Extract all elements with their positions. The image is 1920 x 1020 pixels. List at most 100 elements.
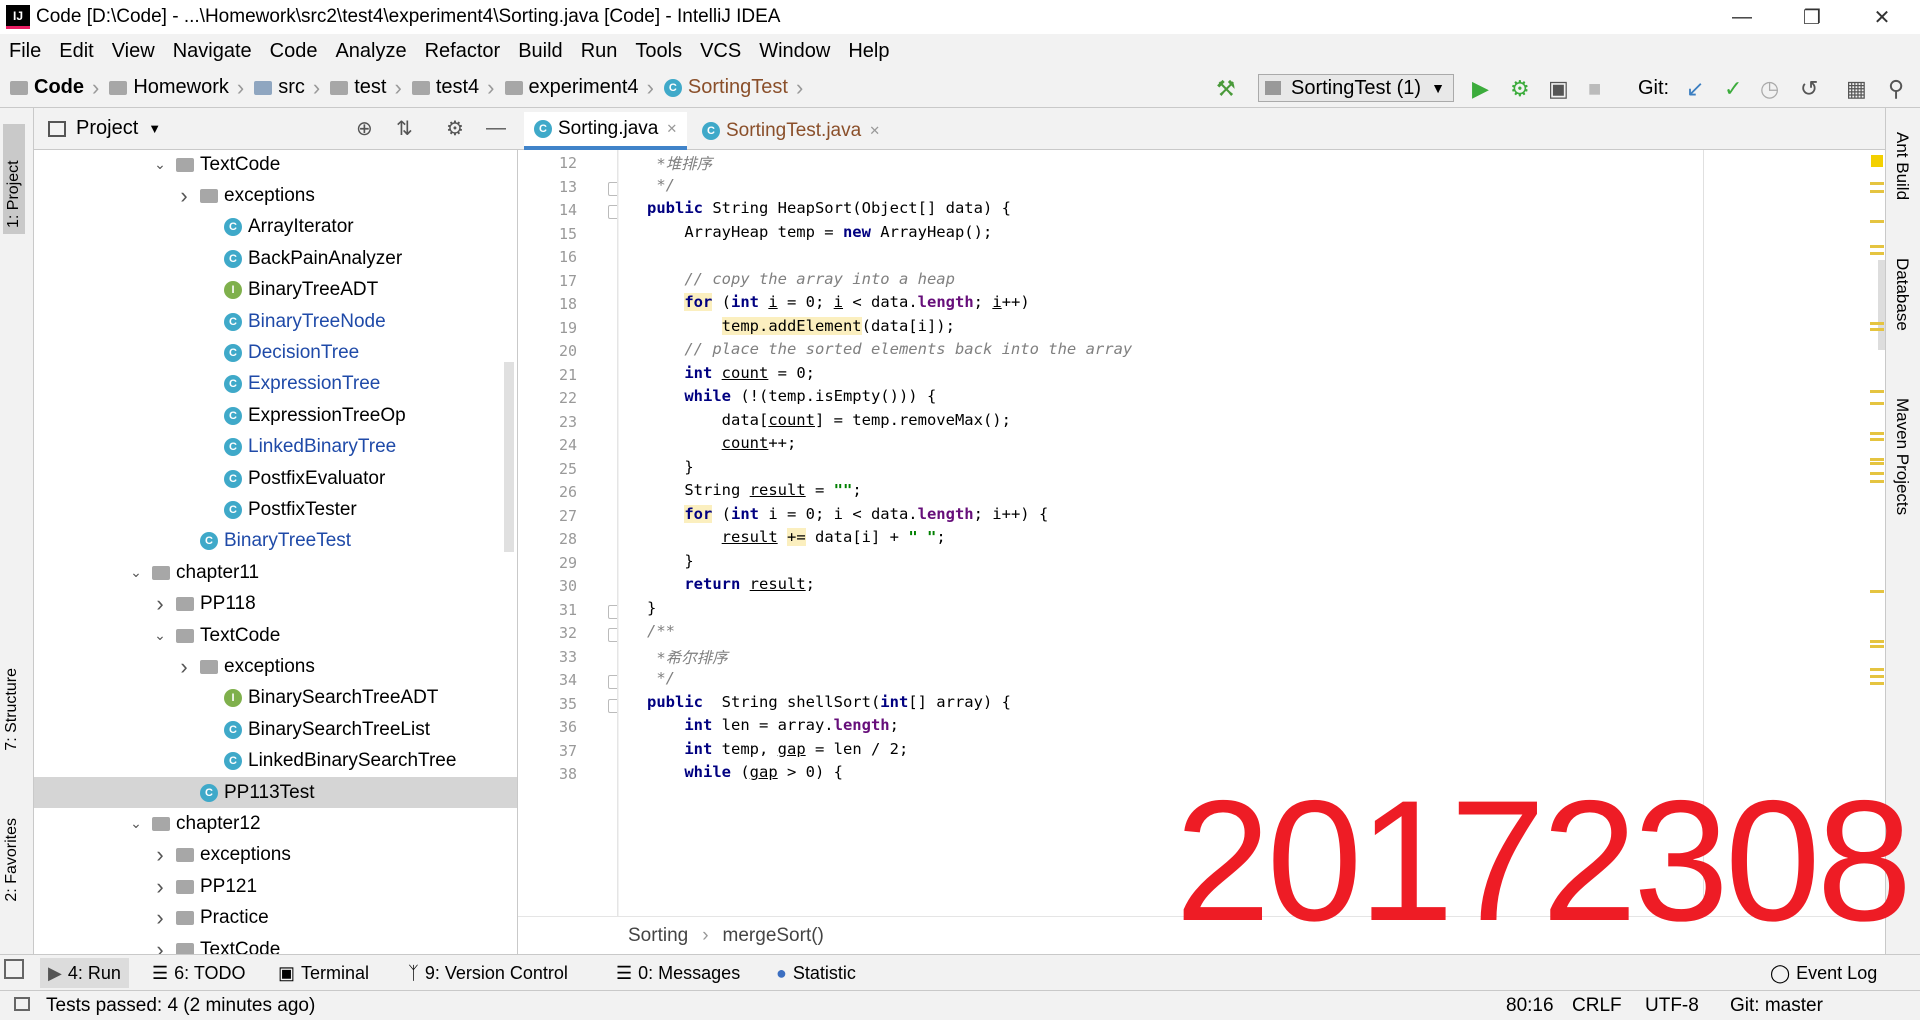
close-tab-icon[interactable]: ✕	[869, 123, 880, 139]
tree-node[interactable]: I BinaryTreeADT	[34, 275, 517, 306]
tree-node[interactable]: C BinaryTreeNode	[34, 306, 517, 337]
messages-tool-button[interactable]: ☰ 0: Messages	[616, 963, 740, 984]
status-message[interactable]: Tests passed: 4 (2 minutes ago)	[46, 995, 315, 1017]
tree-node[interactable]: C BackPainAnalyzer	[34, 243, 517, 274]
favorites-tool-tab[interactable]: 2: Favorites	[3, 818, 21, 902]
menu-item-vcs[interactable]: VCS	[691, 40, 750, 63]
git-update-icon[interactable]: ↙	[1686, 76, 1704, 102]
structure-tool-tab[interactable]: 7: Structure	[3, 668, 21, 751]
stripe-marker[interactable]	[1870, 480, 1884, 483]
chevron-right-icon[interactable]: ›	[174, 654, 194, 680]
project-tool-tab[interactable]: 1: Project	[3, 124, 25, 234]
breadcrumb-item[interactable]: Homework ›	[109, 75, 244, 101]
tree-node[interactable]: C ArrayIterator	[34, 212, 517, 243]
stripe-marker[interactable]	[1870, 220, 1884, 223]
close-button[interactable]: ✕	[1852, 0, 1912, 34]
crumb-method[interactable]: mergeSort()	[723, 925, 824, 947]
tree-node[interactable]: ⌄ chapter11	[34, 557, 517, 588]
stripe-marker[interactable]	[1870, 438, 1884, 441]
menu-item-run[interactable]: Run	[572, 40, 627, 63]
breadcrumb-item[interactable]: Code ›	[10, 75, 99, 101]
stripe-marker[interactable]	[1870, 675, 1884, 678]
menu-item-window[interactable]: Window	[750, 40, 839, 63]
stripe-marker[interactable]	[1870, 668, 1884, 671]
close-tab-icon[interactable]: ✕	[666, 121, 677, 137]
fold-marker-icon[interactable]	[608, 628, 617, 642]
menu-item-help[interactable]: Help	[839, 40, 898, 63]
line-separator[interactable]: CRLF	[1572, 995, 1622, 1017]
run-icon[interactable]: ▶	[1472, 76, 1489, 102]
minimize-button[interactable]: —	[1712, 0, 1772, 34]
editor-scrollbar-thumb[interactable]	[1878, 260, 1885, 350]
stripe-marker[interactable]	[1870, 462, 1884, 465]
tree-node[interactable]: C LinkedBinaryTree	[34, 432, 517, 463]
tree-node[interactable]: C ExpressionTreeOp	[34, 400, 517, 431]
tree-node[interactable]: › TextCode	[34, 934, 517, 955]
fold-marker-icon[interactable]	[608, 205, 617, 219]
tree-node[interactable]: C PostfixTester	[34, 494, 517, 525]
tree-node[interactable]: ⌄ TextCode	[34, 620, 517, 651]
breadcrumb-item[interactable]: test4 ›	[411, 75, 495, 101]
database-tool-tab[interactable]: Database	[1892, 258, 1912, 331]
chevron-down-icon[interactable]: ⌄	[126, 815, 146, 832]
stripe-marker[interactable]	[1870, 328, 1884, 331]
tree-node[interactable]: C DecisionTree	[34, 337, 517, 368]
stripe-marker[interactable]	[1870, 390, 1884, 393]
menu-item-tools[interactable]: Tools	[626, 40, 691, 63]
tree-node[interactable]: C LinkedBinarySearchTree	[34, 746, 517, 777]
project-panel-title[interactable]: Project	[76, 117, 138, 140]
tree-node[interactable]: C PostfixEvaluator	[34, 463, 517, 494]
version-control-tool-button[interactable]: ᛉ 9: Version Control	[408, 963, 568, 984]
menu-item-refactor[interactable]: Refactor	[416, 40, 510, 63]
chevron-down-icon[interactable]: ▼	[148, 121, 161, 136]
restore-button[interactable]: ❐	[1782, 0, 1842, 34]
crumb-class[interactable]: Sorting	[628, 925, 688, 947]
tree-node[interactable]: ⌄ chapter12	[34, 808, 517, 839]
tree-node[interactable]: › exceptions	[34, 651, 517, 682]
toggle-tool-windows-icon[interactable]	[4, 959, 24, 979]
stripe-marker[interactable]	[1870, 432, 1884, 435]
menu-item-build[interactable]: Build	[509, 40, 571, 63]
terminal-tool-button[interactable]: ▣ Terminal	[278, 963, 369, 984]
stop-icon[interactable]: ■	[1588, 76, 1601, 102]
git-history-icon[interactable]: ◷	[1760, 76, 1779, 102]
git-commit-icon[interactable]: ✓	[1724, 76, 1742, 102]
breadcrumb-item[interactable]: test ›	[330, 75, 402, 101]
chevron-right-icon[interactable]: ›	[150, 905, 170, 931]
menu-item-code[interactable]: Code	[261, 40, 327, 63]
menu-item-analyze[interactable]: Analyze	[326, 40, 415, 63]
tree-node[interactable]: › Practice	[34, 903, 517, 934]
stripe-marker[interactable]	[1870, 472, 1884, 475]
tree-node[interactable]: C BinarySearchTreeList	[34, 714, 517, 745]
hide-icon[interactable]: —	[486, 117, 506, 140]
todo-tool-button[interactable]: ☰ 6: TODO	[152, 963, 246, 984]
chevron-down-icon[interactable]: ⌄	[126, 564, 146, 581]
editor-tab[interactable]: C SortingTest.java ✕	[692, 112, 890, 150]
stripe-marker[interactable]	[1870, 590, 1884, 593]
statistic-tool-button[interactable]: ● Statistic	[776, 963, 856, 984]
ant-build-tool-tab[interactable]: Ant Build	[1892, 132, 1912, 200]
chevron-right-icon[interactable]: ›	[150, 937, 170, 955]
build-hammer-icon[interactable]: ⚒	[1216, 76, 1236, 102]
stripe-marker[interactable]	[1870, 458, 1884, 461]
stripe-marker[interactable]	[1870, 645, 1884, 648]
tree-node[interactable]: C ExpressionTree	[34, 369, 517, 400]
chevron-right-icon[interactable]: ›	[150, 842, 170, 868]
tree-node[interactable]: › exceptions	[34, 180, 517, 211]
fold-marker-icon[interactable]	[608, 698, 617, 713]
caret-position[interactable]: 80:16	[1506, 995, 1554, 1017]
stripe-marker[interactable]	[1870, 682, 1884, 685]
chevron-down-icon[interactable]: ⌄	[150, 156, 170, 173]
chevron-right-icon[interactable]: ›	[150, 874, 170, 900]
run-tool-button[interactable]: ▶ 4: Run	[40, 958, 129, 988]
fold-marker-icon[interactable]	[608, 181, 617, 196]
search-icon[interactable]: ⚲	[1888, 76, 1904, 102]
fold-marker-icon[interactable]	[608, 604, 617, 619]
collapse-all-icon[interactable]: ⇅	[396, 116, 413, 141]
run-config-select[interactable]: SortingTest (1) ▼	[1258, 74, 1454, 102]
file-encoding[interactable]: UTF-8	[1645, 995, 1699, 1017]
stripe-marker[interactable]	[1870, 245, 1884, 248]
menu-item-navigate[interactable]: Navigate	[164, 40, 261, 63]
event-log-tool-button[interactable]: ◯ Event Log	[1770, 963, 1877, 984]
tree-node[interactable]: C PP113Test	[34, 777, 517, 808]
